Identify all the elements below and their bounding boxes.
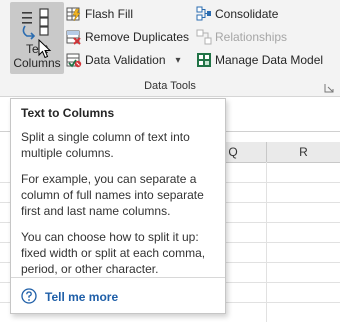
tooltip-paragraph: Split a single column of text into multi… — [21, 130, 190, 160]
flash-fill-button[interactable]: Flash Fill — [66, 4, 133, 24]
tell-me-more-label: Tell me more — [45, 290, 119, 304]
text-to-columns-label-line2: Columns — [13, 56, 61, 70]
relationships-label: Relationships — [215, 30, 288, 44]
column-header-r[interactable]: R — [267, 142, 340, 163]
data-validation-icon — [66, 52, 82, 68]
data-model-icon — [196, 52, 212, 68]
consolidate-label: Consolidate — [215, 7, 279, 21]
chevron-down-icon[interactable]: ▾ — [176, 55, 181, 66]
data-validation-label: Data Validation — [85, 53, 166, 67]
manage-data-model-button[interactable]: Manage Data Model — [196, 50, 323, 70]
dialog-launcher-icon[interactable] — [324, 80, 334, 93]
relationships-icon — [196, 29, 212, 45]
text-to-columns-label-line1: Text — [25, 42, 48, 56]
relationships-button[interactable]: Relationships — [196, 27, 287, 47]
remove-duplicates-label: Remove Duplicates — [85, 30, 190, 44]
data-validation-button[interactable]: Data Validation ▾ — [66, 50, 181, 70]
group-label-data-tools: Data Tools — [144, 80, 196, 92]
tooltip-title: Text to Columns — [21, 106, 115, 120]
mouse-pointer-icon — [38, 38, 52, 64]
consolidate-icon — [196, 6, 212, 22]
remove-duplicates-icon — [66, 29, 82, 45]
flash-fill-label: Flash Fill — [85, 7, 134, 21]
tooltip-paragraph: You can choose how to split it up: fixed… — [21, 230, 206, 276]
ribbon-data-tools: Text Columns Flash Fill Remove Duplicate… — [0, 0, 340, 97]
tooltip-paragraph: For example, you can separate a column o… — [21, 172, 204, 218]
remove-duplicates-button[interactable]: Remove Duplicates — [66, 27, 189, 47]
tell-me-more-link[interactable]: Tell me more — [21, 287, 118, 307]
help-circle-icon — [21, 287, 37, 307]
consolidate-button[interactable]: Consolidate — [196, 4, 278, 24]
flash-fill-icon — [66, 6, 82, 22]
tooltip-divider — [11, 277, 225, 278]
text-to-columns-tooltip: Text to Columns Split a single column of… — [10, 98, 226, 314]
manage-data-model-label: Manage Data Model — [215, 53, 324, 67]
text-to-columns-button[interactable]: Text Columns — [10, 2, 64, 74]
